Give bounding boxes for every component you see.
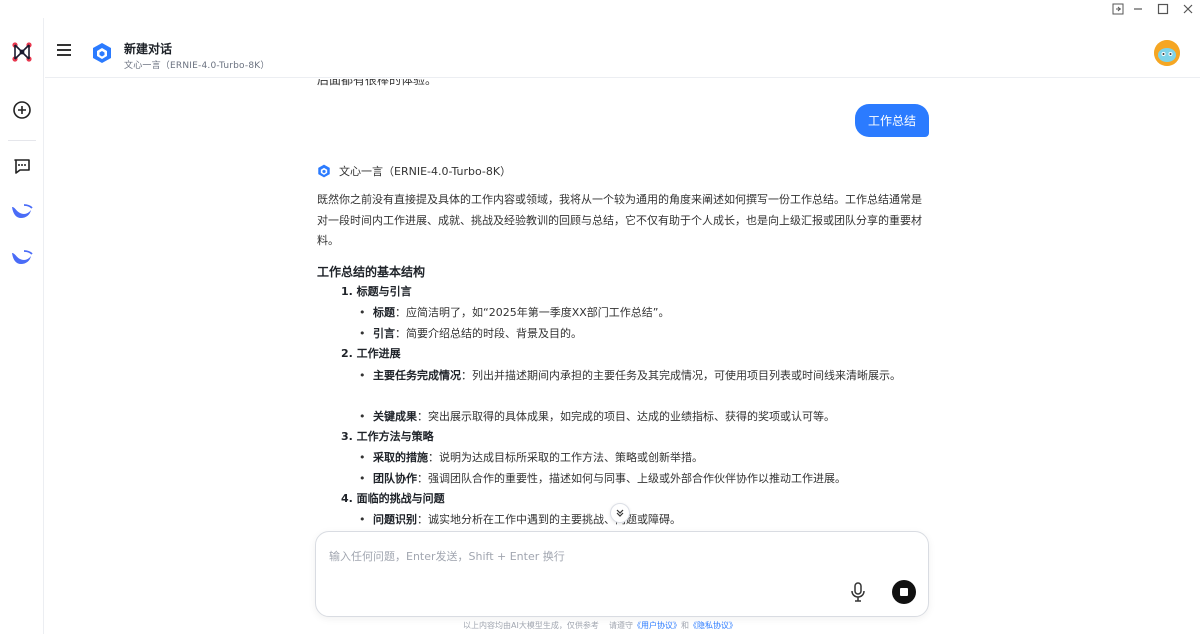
footer-middle: 请遵守 [609, 621, 633, 630]
ernie-small-icon [318, 164, 330, 178]
user-agreement-link[interactable]: 《用户协议》 [633, 621, 681, 630]
microphone-icon[interactable] [850, 582, 866, 602]
deepseek-bot-icon-2[interactable] [6, 241, 38, 273]
user-message-bubble: 工作总结 [854, 104, 929, 137]
deepseek-bot-icon[interactable] [6, 195, 38, 227]
list-item-title: 3. 工作方法与策略 [341, 430, 434, 443]
chat-area[interactable]: 后面都有很棒的体验。 工作总结 文心一言（ERNIE-4.0-Turbo-8K）… [45, 79, 1200, 529]
maximize-icon[interactable] [1155, 1, 1171, 17]
list-item: 采取的措施：说明为达成目标所采取的工作方法、策略或创新举措。 [359, 448, 929, 469]
chat-header: 新建对话 文心一言（ERNIE-4.0-Turbo-8K） [45, 18, 1200, 78]
model-subtitle: 文心一言（ERNIE-4.0-Turbo-8K） [124, 61, 270, 71]
item-text: ：列出并描述期间内承担的主要任务及其完成情况，可使用项目列表或时间线来清晰展示。 [461, 369, 901, 382]
chevron-down-icon [616, 509, 624, 517]
pin-window-icon[interactable] [1110, 1, 1126, 17]
scroll-to-bottom-button[interactable] [610, 503, 630, 523]
avatar[interactable] [1154, 40, 1180, 66]
list-item-title: 2. 工作进展 [341, 347, 401, 360]
list-item: 团队协作：强调团队合作的重要性，描述如何与同事、上级或外部合作伙伴协作以推动工作… [359, 469, 929, 490]
minimize-icon[interactable] [1130, 1, 1146, 17]
list-item: 引言：简要介绍总结的时段、背景及目的。 [359, 324, 929, 345]
list-item: 标题：应简洁明了，如“2025年第一季度XX部门工作总结”。 [359, 303, 929, 324]
item-label: 标题 [373, 306, 395, 319]
stop-generation-button[interactable] [892, 580, 916, 604]
app-logo-icon [6, 36, 38, 68]
bot-name: 文心一言（ERNIE-4.0-Turbo-8K） [339, 165, 512, 178]
item-text: ：应简洁明了，如“2025年第一季度XX部门工作总结”。 [395, 306, 670, 319]
previous-message-tail: 后面都有很棒的体验。 [317, 79, 438, 87]
privacy-link[interactable]: 《隐私协议》 [689, 621, 737, 630]
item-text: ：突出展示取得的具体成果，如完成的项目、达成的业绩指标、获得的奖项或认可等。 [417, 410, 835, 423]
list-item-title: 4. 面临的挑战与问题 [341, 492, 445, 505]
section-heading: 工作总结的基本结构 [317, 265, 426, 279]
item-label: 主要任务完成情况 [373, 369, 461, 382]
item-label: 采取的措施 [373, 451, 428, 464]
message-input-container [315, 531, 929, 617]
item-text: ：诚实地分析在工作中遇到的主要挑战、问题或障碍。 [417, 513, 681, 526]
menu-icon[interactable] [57, 44, 73, 58]
left-rail [0, 18, 44, 634]
list-item-title: 1. 标题与引言 [341, 285, 412, 298]
item-text: ：强调团队合作的重要性，描述如何与同事、上级或外部合作伙伴协作以推动工作进展。 [417, 472, 846, 485]
list-item: 关键成果：突出展示取得的具体成果，如完成的项目、达成的业绩指标、获得的奖项或认可… [359, 407, 929, 428]
item-text: ：说明为达成目标所采取的工作方法、策略或创新举措。 [428, 451, 703, 464]
ernie-logo-icon [91, 42, 113, 64]
page-title: 新建对话 [124, 42, 173, 56]
bot-header: 文心一言（ERNIE-4.0-Turbo-8K） [317, 163, 511, 179]
disclaimer-text: 以上内容均由AI大模型生成，仅供参考 [462, 621, 599, 630]
chat-history-icon[interactable] [6, 150, 38, 182]
footer-and: 和 [681, 621, 689, 630]
item-label: 团队协作 [373, 472, 417, 485]
list-item: 问题识别：诚实地分析在工作中遇到的主要挑战、问题或障碍。 [359, 510, 929, 529]
footer-disclaimer: 以上内容均由AI大模型生成，仅供参考 请遵守《用户协议》和《隐私协议》 [0, 620, 1200, 631]
stop-icon [900, 588, 908, 596]
window-titlebar [0, 0, 1200, 18]
item-label: 问题识别 [373, 513, 417, 526]
rail-divider [8, 140, 36, 141]
item-text: ：简要介绍总结的时段、背景及目的。 [395, 327, 582, 340]
list-item: 主要任务完成情况：列出并描述期间内承担的主要任务及其完成情况，可使用项目列表或时… [359, 366, 929, 387]
new-chat-icon[interactable] [6, 94, 38, 126]
close-icon[interactable] [1180, 1, 1196, 17]
bot-intro-paragraph: 既然你之前没有直接提及具体的工作内容或领域，我将从一个较为通用的角度来阐述如何撰… [317, 193, 922, 247]
item-label: 关键成果 [373, 410, 417, 423]
item-label: 引言 [373, 327, 395, 340]
message-input[interactable] [329, 548, 829, 572]
